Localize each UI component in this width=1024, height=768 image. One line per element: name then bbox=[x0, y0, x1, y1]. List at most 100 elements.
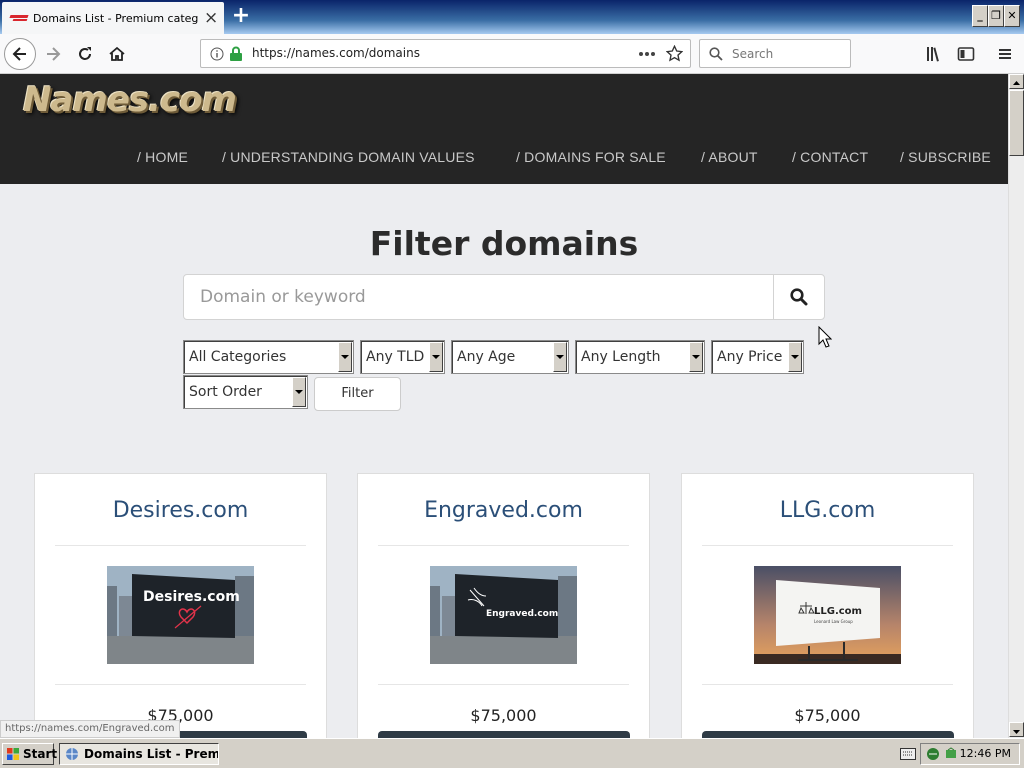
nav-subscribe[interactable]: / SUBSCRIBE bbox=[900, 149, 991, 165]
domain-card: LLG.com LLG.com Leonard Law Group $75,00… bbox=[681, 473, 974, 738]
main-navigation: / HOME / UNDERSTANDING DOMAIN VALUES / D… bbox=[0, 149, 1008, 169]
back-arrow-icon bbox=[12, 47, 26, 61]
home-icon bbox=[109, 46, 125, 61]
forward-button[interactable] bbox=[37, 38, 69, 70]
buy-button[interactable] bbox=[378, 731, 630, 738]
keyboard-icon[interactable] bbox=[900, 748, 916, 760]
forward-arrow-icon bbox=[47, 47, 61, 61]
domain-price: $75,000 bbox=[794, 706, 861, 725]
scrollbar-thumb[interactable] bbox=[1009, 90, 1024, 156]
browser-tab[interactable]: Domains List - Premium category d × bbox=[2, 2, 224, 34]
tld-select-value: Any TLD bbox=[366, 349, 425, 365]
mouse-cursor-icon bbox=[818, 326, 832, 348]
chevron-down-icon[interactable] bbox=[788, 342, 802, 372]
os-taskbar: Start Domains List - Premiu... 12:46 PM bbox=[0, 738, 1024, 768]
nav-understanding-domain-values[interactable]: / UNDERSTANDING DOMAIN VALUES bbox=[222, 149, 475, 165]
taskbar-item-label: Domains List - Premiu... bbox=[84, 747, 219, 761]
billboard-text: Desires.com bbox=[143, 589, 240, 605]
back-button[interactable] bbox=[4, 38, 36, 70]
domain-price: $75,000 bbox=[470, 706, 537, 725]
tab-close-icon[interactable]: × bbox=[204, 9, 218, 27]
network-icon[interactable] bbox=[926, 747, 940, 761]
new-tab-button[interactable]: + bbox=[230, 4, 252, 28]
buy-button[interactable] bbox=[702, 731, 954, 738]
site-favicon-icon bbox=[10, 13, 28, 23]
keyword-search-input[interactable]: Domain or keyword bbox=[183, 274, 775, 320]
length-select-value: Any Length bbox=[581, 349, 661, 365]
card-divider bbox=[702, 545, 953, 546]
start-label: Start bbox=[23, 747, 58, 761]
library-icon[interactable] bbox=[925, 45, 943, 63]
category-select-value: All Categories bbox=[189, 349, 287, 365]
minimize-window-button[interactable]: _ bbox=[972, 5, 988, 27]
card-divider bbox=[702, 684, 953, 685]
domain-name-link[interactable]: Engraved.com bbox=[358, 498, 649, 523]
lock-icon bbox=[230, 46, 242, 61]
price-select[interactable]: Any Price bbox=[711, 340, 804, 374]
address-bar[interactable]: https://names.com/domains bbox=[200, 39, 691, 68]
site-logo[interactable]: Names.com bbox=[23, 80, 237, 120]
card-divider bbox=[55, 684, 306, 685]
scroll-up-arrow-icon[interactable] bbox=[1009, 74, 1024, 89]
chevron-down-icon[interactable] bbox=[429, 342, 443, 372]
sidebar-toggle-icon[interactable] bbox=[957, 45, 975, 63]
windows-logo-icon bbox=[7, 748, 19, 760]
domain-card: Engraved.com Engraved.com $75,000 bbox=[357, 473, 650, 738]
length-select[interactable]: Any Length bbox=[575, 340, 705, 374]
domain-name-link[interactable]: LLG.com bbox=[682, 498, 973, 523]
info-icon[interactable] bbox=[210, 47, 224, 61]
sort-order-select[interactable]: Sort Order bbox=[183, 375, 308, 409]
billboard-subtext: Leonard Law Group bbox=[814, 619, 853, 624]
card-divider bbox=[55, 545, 306, 546]
age-select-value: Any Age bbox=[457, 349, 516, 365]
filter-button[interactable]: Filter bbox=[314, 377, 401, 411]
page-scrollbar[interactable] bbox=[1008, 74, 1024, 738]
close-window-button[interactable]: ✕ bbox=[1004, 5, 1020, 27]
search-placeholder: Search bbox=[732, 47, 774, 61]
search-icon bbox=[790, 288, 808, 306]
link-status-url: https://names.com/Engraved.com bbox=[0, 720, 180, 738]
domain-billboard-image[interactable]: Desires.com bbox=[107, 566, 254, 664]
scroll-down-arrow-icon[interactable] bbox=[1009, 722, 1024, 737]
web-page: Names.com / HOME / UNDERSTANDING DOMAIN … bbox=[0, 74, 1008, 738]
system-clock[interactable]: 12:46 PM bbox=[960, 747, 1011, 760]
menu-icon[interactable] bbox=[996, 45, 1014, 63]
system-tray: 12:46 PM bbox=[920, 743, 1020, 765]
domain-billboard-image[interactable]: Engraved.com bbox=[430, 566, 577, 664]
browser-tabbar: Domains List - Premium category d × + _ … bbox=[0, 0, 1024, 34]
tab-title: Domains List - Premium category d bbox=[33, 11, 198, 25]
chevron-down-icon[interactable] bbox=[292, 377, 306, 407]
keyword-search-button[interactable] bbox=[773, 274, 825, 320]
security-icon[interactable] bbox=[944, 747, 958, 761]
browser-app-icon bbox=[66, 748, 78, 760]
category-select[interactable]: All Categories bbox=[183, 340, 354, 374]
nav-domains-for-sale[interactable]: / DOMAINS FOR SALE bbox=[516, 149, 666, 165]
page-title: Filter domains bbox=[369, 224, 639, 263]
tld-select[interactable]: Any TLD bbox=[360, 340, 445, 374]
price-select-value: Any Price bbox=[717, 349, 783, 365]
home-button[interactable] bbox=[101, 38, 133, 70]
chevron-down-icon[interactable] bbox=[553, 342, 567, 372]
sort-order-select-value: Sort Order bbox=[189, 384, 262, 400]
taskbar-browser-window[interactable]: Domains List - Premiu... bbox=[59, 743, 219, 765]
nav-home[interactable]: / HOME bbox=[137, 149, 188, 165]
chevron-down-icon[interactable] bbox=[338, 342, 352, 372]
domain-name-link[interactable]: Desires.com bbox=[35, 498, 326, 523]
reload-button[interactable] bbox=[69, 38, 101, 70]
browser-search-box[interactable]: Search bbox=[699, 39, 851, 68]
site-header: Names.com / HOME / UNDERSTANDING DOMAIN … bbox=[0, 74, 1008, 184]
browser-toolbar: https://names.com/domains Search bbox=[0, 34, 1024, 74]
nav-about[interactable]: / ABOUT bbox=[701, 149, 758, 165]
age-select[interactable]: Any Age bbox=[451, 340, 569, 374]
card-divider bbox=[378, 545, 629, 546]
reload-icon bbox=[79, 47, 91, 60]
start-button[interactable]: Start bbox=[2, 743, 58, 765]
bookmark-star-icon[interactable] bbox=[666, 45, 683, 62]
nav-contact[interactable]: / CONTACT bbox=[792, 149, 868, 165]
page-actions-icon[interactable] bbox=[638, 51, 656, 57]
search-icon bbox=[709, 47, 723, 61]
domain-card: Desires.com Desires.com $75,000 bbox=[34, 473, 327, 738]
restore-window-button[interactable]: ❐ bbox=[988, 5, 1004, 27]
chevron-down-icon[interactable] bbox=[689, 342, 703, 372]
domain-billboard-image[interactable]: LLG.com Leonard Law Group bbox=[754, 566, 901, 664]
